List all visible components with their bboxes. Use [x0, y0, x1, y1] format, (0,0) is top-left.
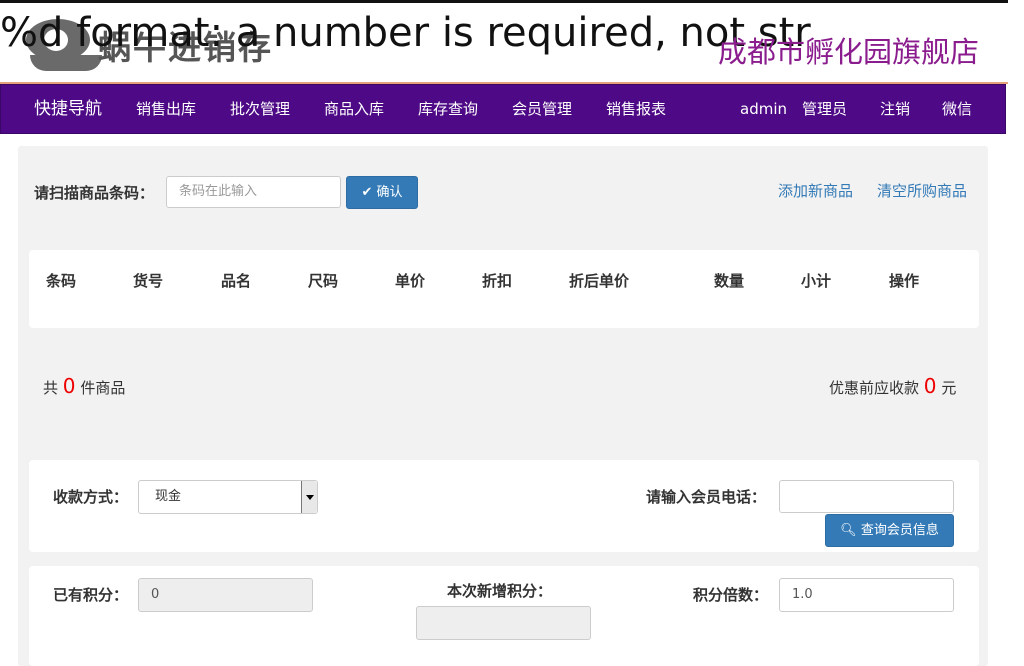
points-multiplier-label: 积分倍数： — [693, 586, 769, 604]
confirm-label: 确认 — [376, 185, 403, 200]
column-header: 小计 — [801, 272, 832, 290]
column-header: 操作 — [889, 272, 920, 290]
nav-item-inventory[interactable]: 库存查询 — [418, 85, 478, 133]
search-icon: 🔍︎ — [840, 523, 857, 538]
column-header: 品名 — [221, 272, 252, 290]
total-due-suffix: 元 — [941, 379, 957, 397]
column-header: 货号 — [133, 272, 164, 290]
scan-label: 请扫描商品条码： — [34, 184, 155, 202]
column-header: 条码 — [46, 272, 77, 290]
total-due-value: 0 — [923, 374, 937, 398]
new-points-label: 本次新增积分： — [447, 582, 553, 600]
item-count-prefix: 共 — [43, 379, 59, 397]
column-header: 尺码 — [308, 272, 339, 290]
nav-logout[interactable]: 注销 — [880, 85, 910, 133]
store-name: 成都市孵化园旗舰店 — [718, 35, 980, 69]
barcode-placeholder: 条码在此输入 — [179, 184, 258, 199]
member-phone-input[interactable] — [779, 480, 954, 513]
column-header: 折扣 — [482, 272, 513, 290]
payment-panel: 收款方式： 现金 请输入会员电话： 🔍︎ 查询会员信息 — [29, 460, 979, 552]
points-multiplier-input[interactable]: 1.0 — [779, 578, 954, 612]
payment-method-select[interactable]: 现金 — [138, 480, 318, 514]
item-count: 共 0 件商品 — [43, 374, 125, 398]
query-member-label: 查询会员信息 — [860, 523, 939, 538]
total-due: 优惠前应收款 0 元 — [829, 374, 956, 398]
confirm-button[interactable]: ✔ 确认 — [346, 176, 418, 209]
item-count-value: 0 — [62, 374, 76, 398]
column-header: 数量 — [714, 272, 745, 290]
add-new-product-link[interactable]: 添加新商品 — [778, 180, 853, 201]
total-due-prefix: 优惠前应收款 — [829, 379, 920, 397]
existing-points-field: 0 — [138, 578, 313, 612]
query-member-button[interactable]: 🔍︎ 查询会员信息 — [825, 514, 954, 547]
nav-wechat[interactable]: 微信 — [942, 85, 972, 133]
new-points-field — [416, 606, 591, 640]
nav-role[interactable]: 管理员 — [802, 85, 847, 133]
points-panel: 已有积分： 0 本次新增积分： 积分倍数： 1.0 — [29, 566, 979, 666]
column-header: 单价 — [395, 272, 426, 290]
points-multiplier-value: 1.0 — [792, 587, 813, 602]
product-table: 条码 货号 品名 尺码 单价 折扣 折后单价 数量 小计 操作 — [29, 250, 979, 328]
nav-brand[interactable]: 快捷导航 — [34, 85, 102, 133]
main-panel: 请扫描商品条码： 条码在此输入 ✔ 确认 添加新商品 清空所购商品 条码 货号 … — [18, 146, 988, 666]
payment-method-value: 现金 — [155, 489, 182, 504]
chevron-down-icon[interactable] — [301, 481, 317, 513]
nav-user[interactable]: admin — [740, 85, 787, 133]
column-header: 折后单价 — [569, 272, 630, 290]
nav-item-stock-in[interactable]: 商品入库 — [324, 85, 384, 133]
nav-item-sales-report[interactable]: 销售报表 — [606, 85, 666, 133]
top-nav: 快捷导航 销售出库 批次管理 商品入库 库存查询 会员管理 销售报表 admin… — [0, 84, 1006, 134]
clear-cart-link[interactable]: 清空所购商品 — [877, 180, 967, 201]
item-count-suffix: 件商品 — [80, 379, 126, 397]
nav-item-batch[interactable]: 批次管理 — [230, 85, 290, 133]
nav-item-sales-out[interactable]: 销售出库 — [136, 85, 196, 133]
payment-method-label: 收款方式： — [53, 488, 129, 506]
existing-points-label: 已有积分： — [53, 586, 129, 604]
nav-item-members[interactable]: 会员管理 — [512, 85, 572, 133]
check-icon: ✔ — [361, 185, 373, 200]
existing-points-value: 0 — [151, 587, 160, 602]
member-phone-label: 请输入会员电话： — [646, 488, 767, 506]
error-message: %d format: a number is required, not str — [0, 10, 811, 56]
barcode-input[interactable]: 条码在此输入 — [166, 176, 341, 208]
header: 蜗牛进销存 %d format: a number is required, n… — [0, 3, 1008, 84]
